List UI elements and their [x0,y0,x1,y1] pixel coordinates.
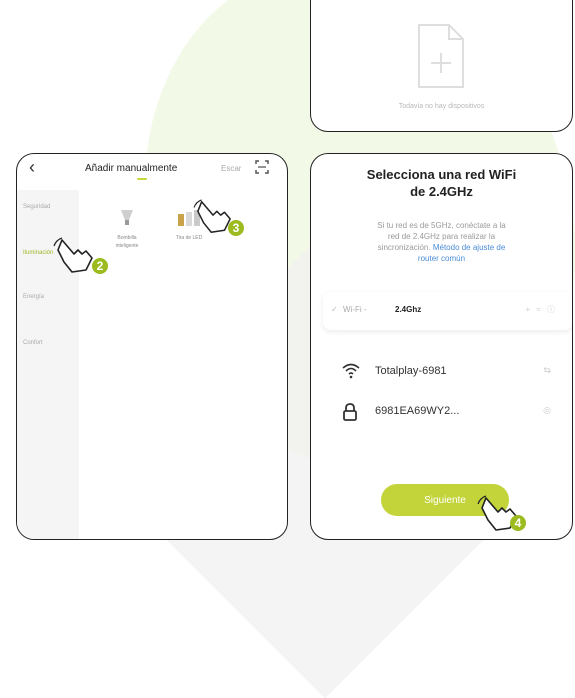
desc-text: sincronización. [377,243,431,252]
phone-add-manually: ‹ Añadir manualmente Escar Seguridad Ilu… [16,153,288,540]
band-info-icons[interactable]: + ≈ ⓘ [525,304,557,315]
light-bulb-icon [121,210,133,225]
phone-device-list: Todavía no hay dispositivos [310,0,573,132]
scan-label[interactable]: Escar [221,164,241,173]
step-badge: 3 [228,220,244,236]
step-badge: 2 [92,258,108,274]
switch-network-icon[interactable]: ⇆ [543,365,551,376]
band-label: Wi-Fi - [343,305,367,314]
desc-line: Si tu red es de 5GHz, conéctate a la [377,221,506,230]
header: ‹ Añadir manualmente Escar [17,154,287,190]
page-title: Selecciona una red WiFi de 2.4GHz [331,166,552,200]
device-smart-bulb[interactable]: Bombilla inteligente [97,206,157,249]
wifi-network-field[interactable]: Totalplay-6981 ⇆ [341,362,551,382]
empty-devices-text: Todavía no hay dispositivos [398,103,485,110]
step-badge: 4 [510,515,526,531]
title-line: de 2.4GHz [410,184,473,199]
add-document-icon[interactable] [411,21,471,93]
page-title: Añadir manualmente [85,163,178,174]
scan-icon[interactable] [255,160,269,174]
category-security[interactable]: Seguridad [23,204,50,210]
chevron-left-icon[interactable]: ‹ [29,157,35,178]
router-method-link[interactable]: Método de ajuste de [433,243,506,252]
lock-icon [343,403,357,421]
network-name: Totalplay-6981 [375,365,447,377]
wifi-description: Si tu red es de 5GHz, conéctate a la red… [325,220,558,264]
band-value: 2.4Ghz [395,305,422,314]
category-energy[interactable]: Energía [23,294,44,300]
router-method-link-2[interactable]: router común [325,253,558,264]
wifi-band-selector[interactable]: ✓ Wi-Fi - 2.4Ghz + ≈ ⓘ [323,292,572,330]
desc-line: red de 2.4GHz para realizar la [387,232,496,241]
hand-pointer-icon [53,237,93,273]
device-label: inteligente [115,243,139,249]
desc-line: sincronización. Método de ajuste de [325,242,558,253]
show-password-icon[interactable]: ◎ [543,405,551,416]
check-icon: ✓ [331,305,338,314]
device-label: Bombilla [117,235,137,241]
category-comfort[interactable]: Confort [23,340,43,346]
password-value: 6981EA69WY2... [375,405,460,417]
wifi-icon [342,363,360,379]
title-line: Selecciona una red WiFi [366,167,517,182]
category-lighting[interactable]: Iluminación [23,250,53,256]
wifi-password-field[interactable]: 6981EA69WY2... ◎ [341,402,551,422]
phone-select-wifi: Selecciona una red WiFi de 2.4GHz Si tu … [310,153,573,540]
title-indicator [137,178,147,180]
